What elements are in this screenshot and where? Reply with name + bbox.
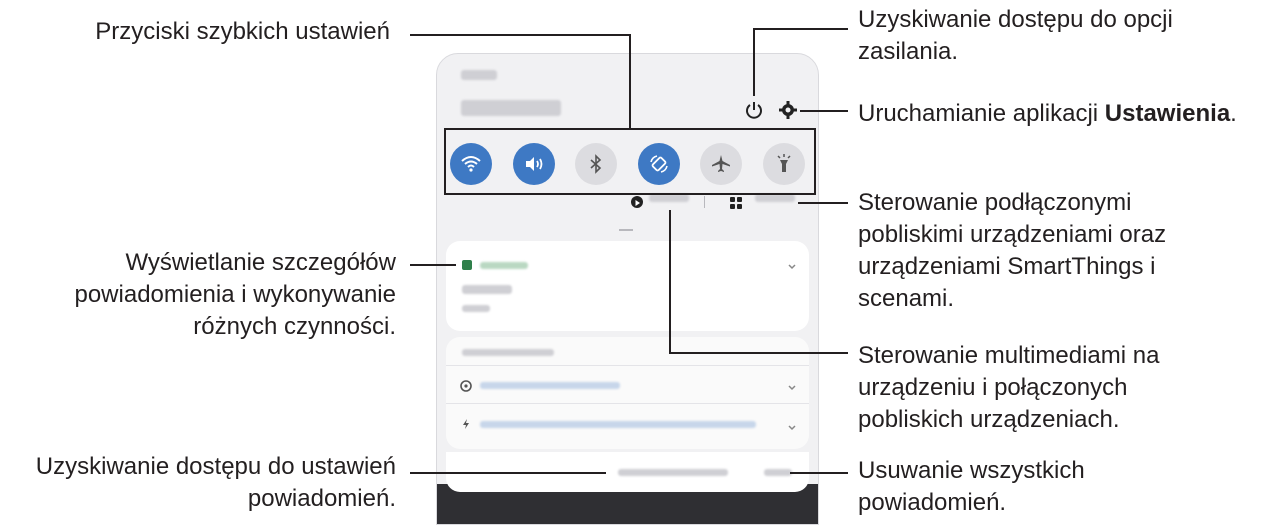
notification-details-callout: Wyświetlanie szczegółów powiadomienia i … <box>74 249 396 340</box>
settings-callout: Uruchamianie aplikacji Ustawienia. <box>858 100 1237 127</box>
notification-settings-button[interactable] <box>618 469 728 476</box>
leader-line <box>798 202 848 204</box>
power-icon[interactable] <box>744 100 764 120</box>
app-name <box>480 262 528 269</box>
chevron-down-icon[interactable] <box>786 381 798 393</box>
airplane-toggle[interactable] <box>700 143 742 185</box>
wifi-toggle[interactable] <box>450 143 492 185</box>
section-header <box>462 349 554 356</box>
flashlight-icon <box>777 154 791 172</box>
clear-button[interactable] <box>764 469 792 476</box>
devices-callout: Sterowanie podłączonymi pobliskimi urząd… <box>858 189 1167 312</box>
chevron-down-icon[interactable] <box>786 260 798 272</box>
flashlight-toggle[interactable] <box>763 143 805 185</box>
bluetooth-toggle[interactable] <box>575 143 617 185</box>
auto-rotate-toggle[interactable] <box>638 143 680 185</box>
leader-line <box>800 110 848 112</box>
devices-button[interactable] <box>730 196 742 209</box>
devices-label <box>755 194 795 202</box>
chevron-down-icon[interactable] <box>786 421 798 433</box>
auto-rotate-icon <box>650 155 668 173</box>
leader-line <box>790 472 848 474</box>
status-time <box>461 70 497 80</box>
divider <box>446 403 809 404</box>
quick-settings-highlight <box>444 128 816 195</box>
gear-icon[interactable] <box>779 101 797 119</box>
charging-icon <box>463 419 469 429</box>
notification-time <box>462 305 490 312</box>
leader-line <box>410 472 606 474</box>
leader-line <box>754 28 848 30</box>
calendar-notification[interactable] <box>446 241 809 331</box>
notification-title <box>462 285 512 294</box>
date-text <box>461 100 561 116</box>
bluetooth-icon <box>590 154 602 174</box>
leader-line <box>629 34 631 129</box>
leader-line <box>753 28 755 96</box>
power-options-callout: Uzyskiwanie dostępu do opcji zasilania. <box>858 6 1173 65</box>
leader-line <box>410 34 630 36</box>
clear-all-callout: Usuwanie wszystkich powiadomień. <box>858 457 1085 516</box>
drag-handle[interactable] <box>619 229 633 231</box>
notification-text <box>480 421 756 428</box>
leader-line <box>669 210 671 354</box>
divider <box>446 365 809 366</box>
wifi-icon <box>461 156 481 172</box>
media-callout: Sterowanie multimediami na urządzeniu i … <box>858 342 1160 433</box>
leader-line <box>669 352 848 354</box>
notification-text <box>480 382 620 389</box>
sound-toggle[interactable] <box>513 143 555 185</box>
android-system-icon <box>460 380 472 392</box>
media-label <box>649 194 689 202</box>
leader-line <box>410 264 456 266</box>
play-icon <box>635 200 640 206</box>
divider <box>704 196 705 208</box>
devices-icon <box>730 197 742 209</box>
sound-icon <box>526 157 543 171</box>
notification-settings-callout: Uzyskiwanie dostępu do ustawień powiadom… <box>35 453 396 512</box>
media-output-button[interactable] <box>631 196 643 208</box>
quick-settings-callout: Przyciski szybkich ustawień <box>95 18 390 45</box>
airplane-icon <box>712 155 730 172</box>
calendar-icon <box>462 260 472 270</box>
